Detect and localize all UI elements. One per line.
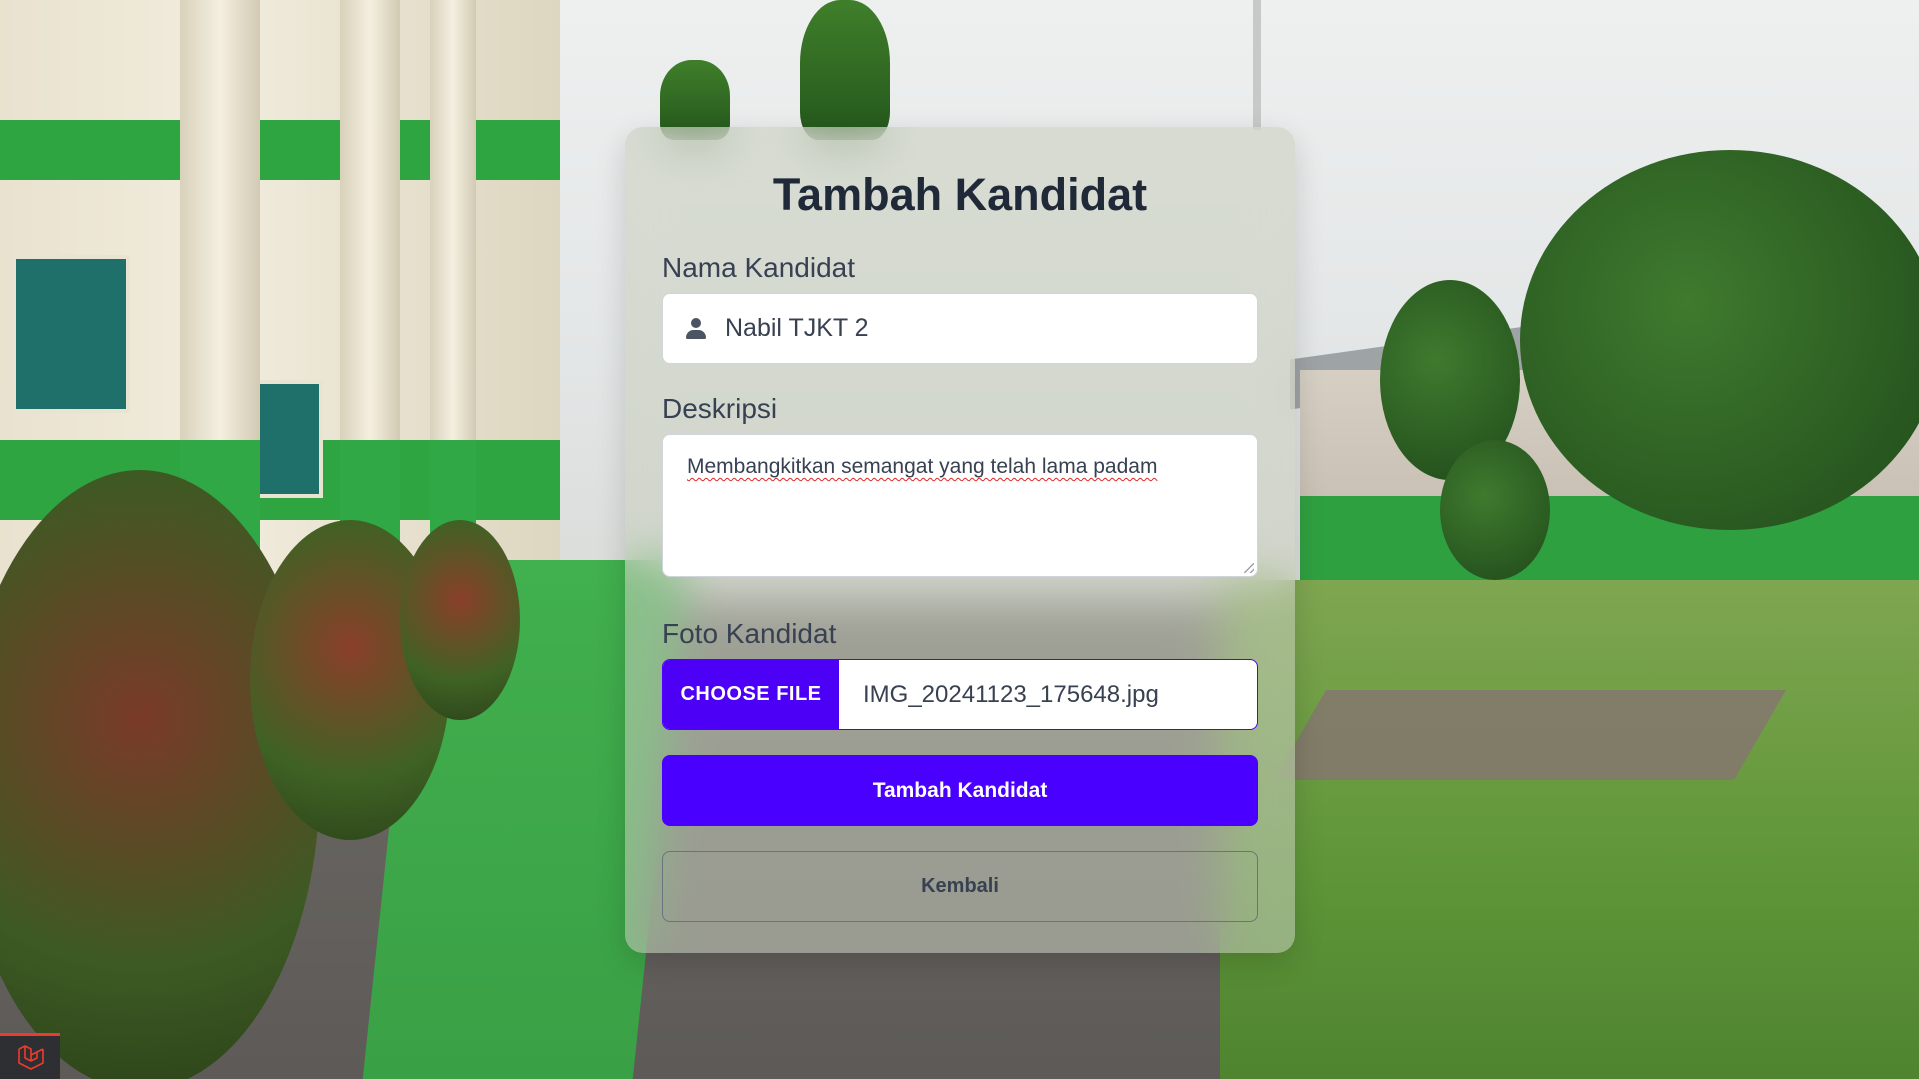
shrub	[400, 520, 520, 720]
add-candidate-card: Tambah Kandidat Nama Kandidat Nabil TJKT…	[625, 127, 1295, 953]
photo-file-input[interactable]: CHOOSE FILE IMG_20241123_175648.jpg	[662, 659, 1258, 730]
selected-file-name: IMG_20241123_175648.jpg	[863, 680, 1159, 708]
page-title: Tambah Kandidat	[772, 169, 1148, 220]
add-candidate-button[interactable]: Tambah Kandidat	[662, 755, 1258, 826]
description-textarea-value: Membangkitkan semangat yang telah lama p…	[687, 455, 1158, 478]
laravel-logo-icon	[18, 1044, 44, 1070]
background-tree	[1520, 150, 1919, 530]
name-input-value: Nabil TJKT 2	[725, 314, 869, 342]
photo-label: Foto Kandidat	[662, 618, 837, 649]
lawn	[1220, 580, 1919, 1079]
back-button[interactable]: Kembali	[662, 851, 1258, 922]
name-label: Nama Kandidat	[662, 252, 856, 283]
pillar	[430, 0, 476, 600]
description-label: Deskripsi	[662, 393, 778, 424]
person-icon	[685, 317, 707, 340]
background-tree	[1440, 440, 1550, 580]
choose-file-button[interactable]: CHOOSE FILE	[663, 660, 839, 729]
window	[12, 255, 130, 413]
resize-handle-icon[interactable]	[1244, 563, 1254, 573]
laravel-debug-badge[interactable]	[0, 1033, 60, 1079]
description-textarea[interactable]: Membangkitkan semangat yang telah lama p…	[662, 434, 1258, 577]
flag-pole	[1253, 0, 1261, 130]
lawn-path	[1274, 690, 1786, 780]
green-stripe	[0, 120, 560, 180]
window	[255, 380, 323, 498]
name-input[interactable]: Nabil TJKT 2	[662, 293, 1258, 364]
background-tree	[800, 0, 890, 140]
pillar	[340, 0, 400, 600]
